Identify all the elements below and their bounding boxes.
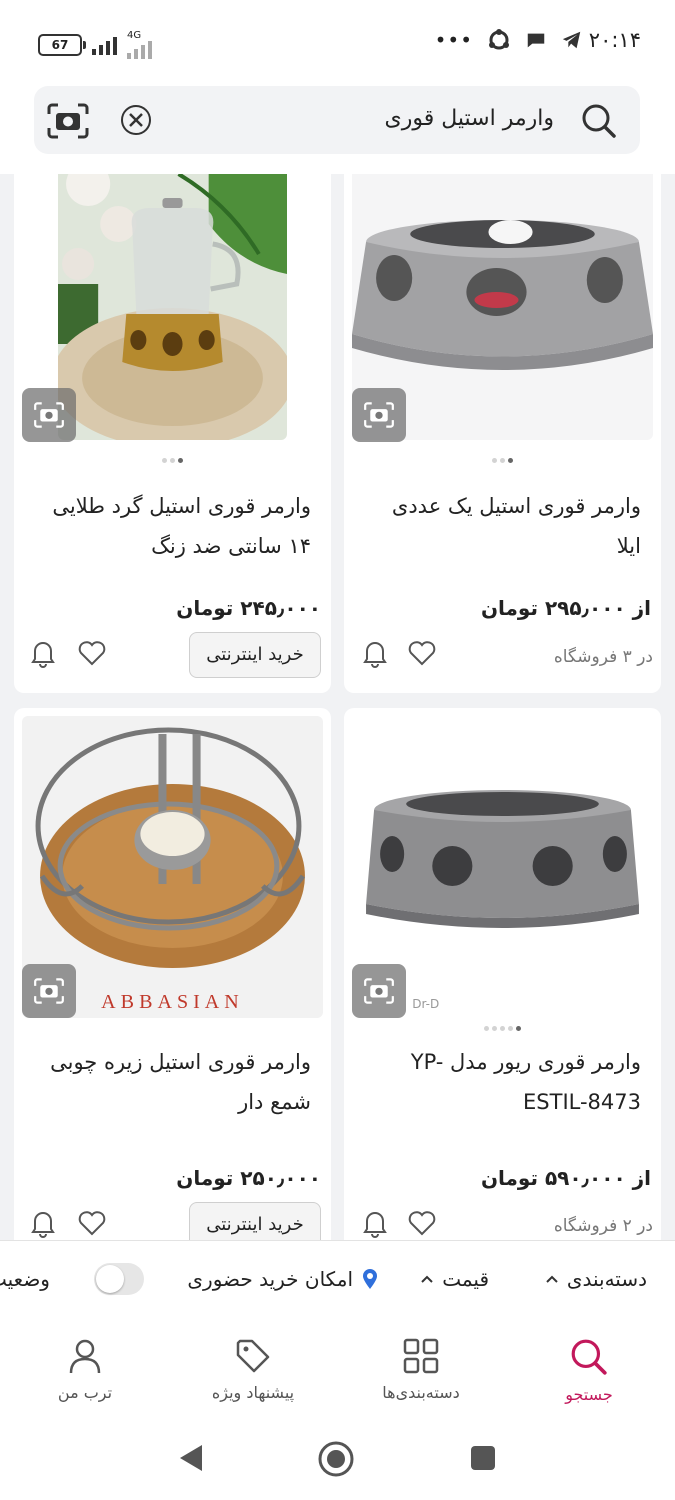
system-nav-bar	[0, 1423, 675, 1500]
filter-category-label: دسته‌بندی	[566, 1267, 647, 1291]
home-icon[interactable]	[318, 1441, 354, 1477]
buy-online-button[interactable]: خرید اینترنتی	[189, 1202, 321, 1240]
tab-profile[interactable]: ترب من	[15, 1323, 155, 1402]
filter-price-label: قیمت	[442, 1267, 489, 1291]
bell-icon[interactable]	[362, 1208, 388, 1238]
grid-icon	[403, 1338, 439, 1374]
visual-search-icon[interactable]	[22, 964, 76, 1018]
image-pager-dots	[344, 1026, 661, 1031]
product-card[interactable]: وارمر قوری استیل گرد طلایی ۱۴ سانتی ضد ز…	[14, 174, 331, 693]
app-notification-icon	[489, 29, 509, 50]
filter-price[interactable]: قیمت	[420, 1267, 489, 1291]
product-price: ۲۴۵٫۰۰۰ تومان	[176, 596, 321, 620]
chat-icon	[527, 33, 545, 48]
product-title[interactable]: وارمر قوری استیل گرد طلایی ۱۴ سانتی ضد ز…	[41, 486, 311, 566]
product-price: از ۲۹۵٫۰۰۰ تومان	[480, 596, 651, 620]
product-image[interactable]	[58, 174, 287, 440]
tab-offers-label: پیشنهاد ویژه	[211, 1383, 295, 1402]
visual-search-icon[interactable]	[352, 964, 406, 1018]
heart-icon[interactable]	[78, 640, 106, 666]
heart-icon[interactable]	[78, 1210, 106, 1236]
chevron-up-icon	[546, 1275, 558, 1283]
telegram-icon	[562, 31, 581, 49]
tab-categories[interactable]: دسته‌بندی‌ها	[351, 1323, 491, 1402]
tab-profile-label: ترب من	[57, 1383, 113, 1402]
search-header: وارمر استیل قوری	[0, 82, 675, 174]
status-notification-icons: •••	[435, 28, 583, 52]
signal-icon	[92, 35, 117, 55]
camera-search-icon[interactable]	[46, 102, 90, 140]
product-card[interactable]: Dr-D وارمر قوری ریور مدل YP-ESTIL-8473 ا…	[344, 708, 661, 1240]
visual-search-icon[interactable]	[352, 388, 406, 442]
status-left: 67 4G	[38, 30, 152, 59]
chevron-up-icon	[421, 1275, 433, 1283]
search-bar[interactable]: وارمر استیل قوری	[34, 86, 640, 154]
status-bar: 67 4G ••• ۲۰:۱۴	[0, 0, 675, 82]
filter-bar: دسته‌بندی قیمت امکان خرید حضوری وضعیت	[0, 1240, 675, 1324]
heart-icon[interactable]	[408, 640, 436, 666]
tag-icon	[236, 1339, 270, 1373]
shop-count: در ۲ فروشگاه	[553, 1216, 653, 1236]
product-title[interactable]: وارمر قوری استیل یک عددی ایلا	[371, 486, 641, 566]
recents-icon[interactable]	[470, 1445, 496, 1471]
search-input[interactable]: وارمر استیل قوری	[385, 106, 554, 131]
tab-search[interactable]: جستجو	[519, 1323, 659, 1404]
signal-4g-icon: 4G	[127, 30, 152, 59]
product-title[interactable]: وارمر قوری ریور مدل YP-ESTIL-8473	[371, 1042, 641, 1122]
heart-icon[interactable]	[408, 1210, 436, 1236]
tab-categories-label: دسته‌بندی‌ها	[382, 1383, 460, 1402]
product-title[interactable]: وارمر قوری استیل زیره چوبی شمع دار	[41, 1042, 311, 1122]
search-icon[interactable]	[580, 102, 618, 140]
bell-icon[interactable]	[30, 1208, 56, 1238]
product-price: ۲۵۰٫۰۰۰ تومان	[176, 1166, 321, 1190]
filter-status-label: وضعیت	[0, 1267, 50, 1291]
product-price: از ۵۹۰٫۰۰۰ تومان	[480, 1166, 651, 1190]
shop-count: در ۳ فروشگاه	[553, 647, 653, 667]
product-grid: وارمر قوری استیل یک عددی ایلا از ۲۹۵٫۰۰۰…	[0, 174, 675, 1240]
filter-in-person[interactable]: امکان خرید حضوری	[187, 1267, 379, 1291]
product-card[interactable]: ABBASIAN وارمر قوری استیل زیره چوبی شمع …	[14, 708, 331, 1240]
tab-search-label: جستجو	[565, 1385, 613, 1404]
bell-icon[interactable]	[362, 638, 388, 668]
status-time: ۲۰:۱۴	[588, 28, 641, 52]
visual-search-icon[interactable]	[22, 388, 76, 442]
in-person-toggle[interactable]	[94, 1263, 144, 1295]
image-pager-dots	[344, 458, 661, 463]
battery-indicator: 67	[38, 33, 86, 56]
filter-status[interactable]: وضعیت	[0, 1267, 50, 1291]
bell-icon[interactable]	[30, 638, 56, 668]
location-pin-icon	[363, 1269, 377, 1289]
product-card[interactable]: وارمر قوری استیل یک عددی ایلا از ۲۹۵٫۰۰۰…	[344, 174, 661, 693]
bottom-tab-bar: جستجو دسته‌بندی‌ها پیشنهاد ویژه ترب من	[0, 1323, 675, 1423]
buy-online-button[interactable]: خرید اینترنتی	[189, 632, 321, 678]
image-pager-dots	[14, 458, 331, 463]
filter-in-person-label: امکان خرید حضوری	[187, 1267, 353, 1291]
filter-category[interactable]: دسته‌بندی	[545, 1267, 647, 1291]
clear-search-icon[interactable]	[120, 104, 152, 136]
tab-offers[interactable]: پیشنهاد ویژه	[183, 1323, 323, 1402]
back-icon[interactable]	[178, 1443, 204, 1473]
more-dots-icon: •••	[434, 28, 473, 52]
search-icon	[571, 1339, 607, 1375]
user-icon	[69, 1339, 101, 1374]
brand-stamp: ABBASIAN	[101, 991, 244, 1013]
svg-text:Dr-D: Dr-D	[412, 997, 439, 1011]
